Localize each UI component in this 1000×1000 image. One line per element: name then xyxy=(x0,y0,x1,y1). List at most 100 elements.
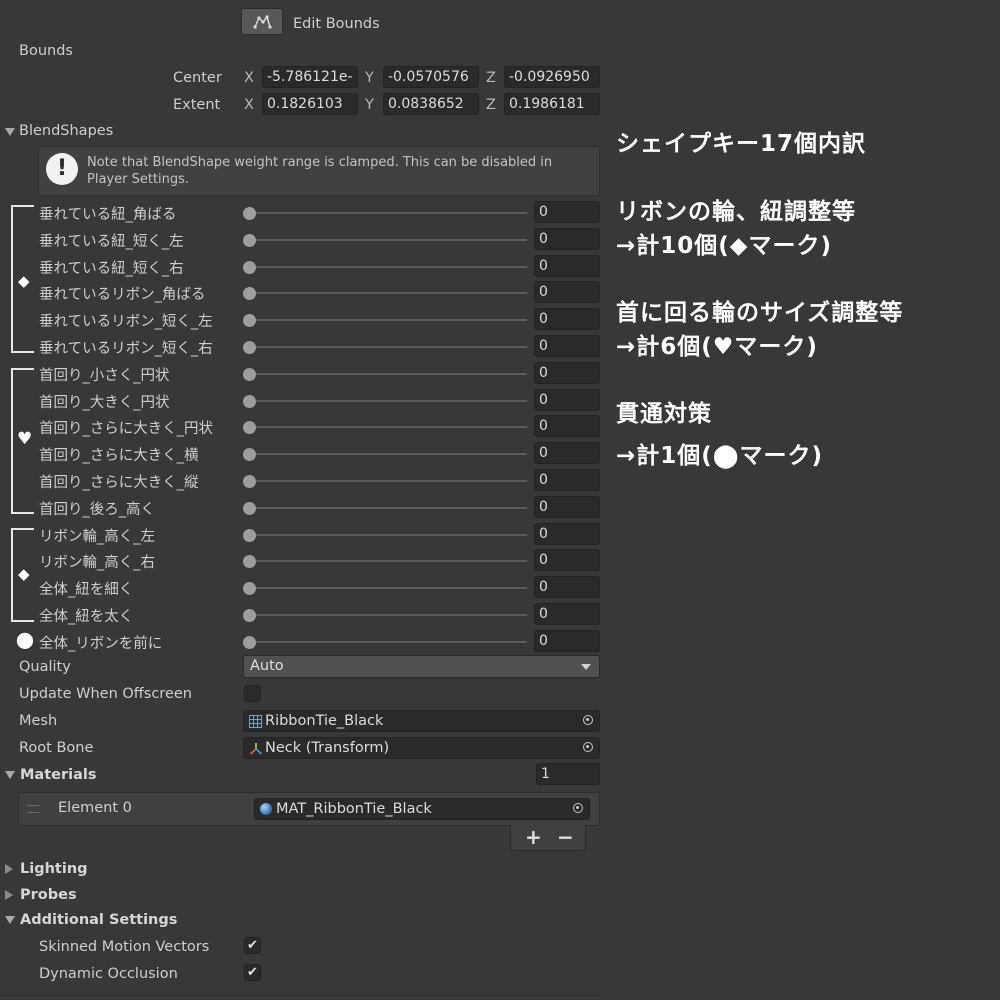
blendshape-slider-track[interactable] xyxy=(249,587,527,589)
lighting-section[interactable]: Lighting xyxy=(20,861,88,877)
add-element-button[interactable]: + xyxy=(525,825,542,849)
blendshape-slider-track[interactable] xyxy=(249,480,527,482)
mesh-field[interactable]: RibbonTie_Black xyxy=(243,710,600,732)
blendshape-value-field[interactable]: 0 xyxy=(534,228,600,250)
blendshape-value-field[interactable]: 0 xyxy=(534,603,600,625)
blendshape-slider-track[interactable] xyxy=(249,266,527,268)
quality-dropdown[interactable]: Auto xyxy=(243,655,600,678)
blendshape-slider-track[interactable] xyxy=(249,373,527,375)
root-bone-field[interactable]: Neck (Transform) xyxy=(243,737,600,759)
blendshape-label: 全体_リボンを前に xyxy=(39,636,163,652)
blendshape-value-field[interactable]: 0 xyxy=(534,630,600,652)
blendshape-slider-track[interactable] xyxy=(249,534,527,536)
blendshape-label: 全体_紐を太く xyxy=(39,609,134,625)
blendshape-slider-track[interactable] xyxy=(249,212,527,214)
mesh-label: Mesh xyxy=(19,713,58,729)
additional-foldout-icon[interactable] xyxy=(5,916,15,924)
blendshapes-foldout-icon[interactable] xyxy=(5,128,15,136)
blendshape-value-field[interactable]: 0 xyxy=(534,496,600,518)
blendshape-value-field[interactable]: 0 xyxy=(534,255,600,277)
blendshape-value-field[interactable]: 0 xyxy=(534,415,600,437)
probes-section[interactable]: Probes xyxy=(20,887,77,903)
blendshape-slider-track[interactable] xyxy=(249,507,527,509)
blendshape-label: 首回り_さらに大きく_縦 xyxy=(39,475,199,491)
blendshape-slider-handle[interactable] xyxy=(243,233,256,247)
edit-bounds-button[interactable] xyxy=(241,8,283,35)
blendshape-value-field[interactable]: 0 xyxy=(534,281,600,303)
materials-count-field[interactable]: 1 xyxy=(536,763,600,785)
blendshape-slider-handle[interactable] xyxy=(243,447,256,461)
object-picker-icon[interactable] xyxy=(573,803,583,813)
blendshape-value-field[interactable]: 0 xyxy=(534,442,600,464)
object-picker-icon[interactable] xyxy=(583,715,593,725)
additional-settings-section[interactable]: Additional Settings xyxy=(20,912,177,928)
blendshape-slider-handle[interactable] xyxy=(243,394,256,408)
blendshape-value-field[interactable]: 0 xyxy=(534,549,600,571)
blendshape-slider-handle[interactable] xyxy=(243,581,256,595)
blendshape-slider-track[interactable] xyxy=(249,239,527,241)
remove-element-button[interactable]: − xyxy=(557,825,574,849)
extent-y-field[interactable]: 0.0838652 xyxy=(383,93,479,115)
blendshape-slider-track[interactable] xyxy=(249,319,527,321)
bottom-divider xyxy=(0,995,600,996)
drag-handle-icon[interactable] xyxy=(27,805,39,813)
edit-bounds-icon xyxy=(253,15,272,29)
blendshape-slider-handle[interactable] xyxy=(243,608,256,622)
blendshape-slider-track[interactable] xyxy=(249,614,527,616)
extent-z-field[interactable]: 0.1986181 xyxy=(504,93,600,115)
blendshape-value-field[interactable]: 0 xyxy=(534,201,600,223)
blendshape-slider-track[interactable] xyxy=(249,346,527,348)
element-0-field[interactable]: MAT_RibbonTie_Black xyxy=(254,798,590,820)
extent-x-label: X xyxy=(244,97,254,113)
blendshape-label: 垂れている紐_角ばる xyxy=(39,207,177,223)
annotation-group2-desc: 首に回る輪のサイズ調整等 xyxy=(616,300,904,326)
blendshapes-label[interactable]: BlendShapes xyxy=(19,123,113,139)
update-offscreen-checkbox[interactable] xyxy=(244,685,261,702)
center-y-field[interactable]: -0.0570576 xyxy=(383,66,479,88)
blendshape-value-field[interactable]: 0 xyxy=(534,335,600,357)
lighting-foldout-icon[interactable] xyxy=(5,864,13,874)
blendshape-slider-track[interactable] xyxy=(249,292,527,294)
blendshape-slider-track[interactable] xyxy=(249,641,527,643)
materials-label[interactable]: Materials xyxy=(20,767,97,783)
blendshape-label: リボン輪_高く_右 xyxy=(39,555,155,571)
skinned-motion-vectors-checkbox[interactable]: ✔ xyxy=(244,937,261,954)
materials-foldout-icon[interactable] xyxy=(5,771,15,779)
blendshape-slider-handle[interactable] xyxy=(243,474,256,488)
blendshape-label: 垂れているリボン_角ばる xyxy=(39,287,206,303)
probes-foldout-icon[interactable] xyxy=(5,890,13,900)
extent-x-field[interactable]: 0.1826103 xyxy=(262,93,358,115)
blendshape-value-field[interactable]: 0 xyxy=(534,523,600,545)
blendshape-slider-track[interactable] xyxy=(249,400,527,402)
blendshape-slider-track[interactable] xyxy=(249,453,527,455)
blendshape-slider-track[interactable] xyxy=(249,426,527,428)
blendshape-slider-handle[interactable] xyxy=(243,528,256,542)
blendshape-slider-handle[interactable] xyxy=(243,554,256,568)
blendshape-slider-track[interactable] xyxy=(249,560,527,562)
blendshape-label: リボン輪_高く_左 xyxy=(39,529,155,545)
blendshape-value-field[interactable]: 0 xyxy=(534,469,600,491)
circle-icon: ⬤ xyxy=(16,630,34,649)
blendshape-slider-handle[interactable] xyxy=(243,313,256,327)
annotation-group1-count: →計10個(◆マーク) xyxy=(616,233,832,259)
center-z-field[interactable]: -0.0926950 xyxy=(504,66,600,88)
annotation-group3-count: →計1個(⬤マーク) xyxy=(616,443,824,469)
blendshape-slider-handle[interactable] xyxy=(243,635,256,649)
blendshape-slider-handle[interactable] xyxy=(243,501,256,515)
transform-icon xyxy=(249,743,263,755)
dynamic-occlusion-checkbox[interactable]: ✔ xyxy=(244,964,261,981)
blendshape-value-field[interactable]: 0 xyxy=(534,389,600,411)
list-footer: + − xyxy=(510,825,586,851)
object-picker-icon[interactable] xyxy=(583,742,593,752)
blendshape-slider-handle[interactable] xyxy=(243,206,256,220)
blendshape-value-field[interactable]: 0 xyxy=(534,362,600,384)
blendshape-value-field[interactable]: 0 xyxy=(534,576,600,598)
blendshape-slider-handle[interactable] xyxy=(243,260,256,274)
blendshape-value-field[interactable]: 0 xyxy=(534,308,600,330)
blendshape-slider-handle[interactable] xyxy=(243,420,256,434)
blendshape-slider-handle[interactable] xyxy=(243,367,256,381)
center-x-field[interactable]: -5.786121e- xyxy=(262,66,358,88)
dynamic-occlusion-label: Dynamic Occlusion xyxy=(39,966,178,982)
blendshape-slider-handle[interactable] xyxy=(243,286,256,300)
blendshape-slider-handle[interactable] xyxy=(243,340,256,354)
